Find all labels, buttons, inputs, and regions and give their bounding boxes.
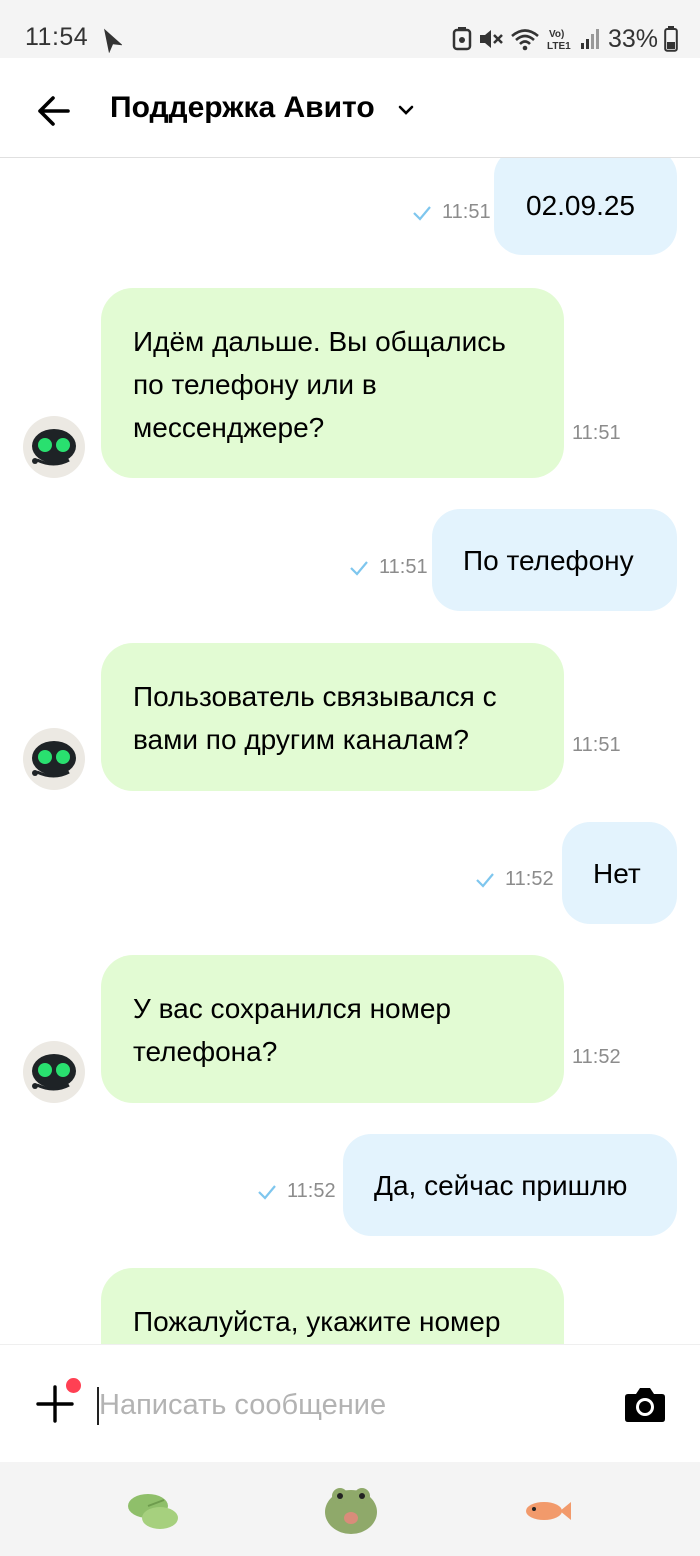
message-time: 11:52 [572,1046,621,1068]
camera-icon[interactable] [624,1385,666,1423]
lily-pad-sticker-icon[interactable] [126,1490,180,1537]
message-meta: 11:51 [572,734,621,757]
read-check-icon [475,872,495,888]
chat-header: Поддержка Авито [0,58,700,158]
message-time: 11:51 [442,201,491,223]
message-text: Да, сейчас пришлю [374,1170,628,1201]
navigation-arrow-icon [98,25,123,54]
frog-sticker-icon[interactable] [322,1478,380,1541]
message-time: 11:51 [572,734,621,756]
svg-text:LTE1: LTE1 [547,41,571,52]
outgoing-message[interactable]: Да, сейчас пришлю [343,1134,677,1236]
read-check-icon [412,205,432,221]
status-time: 11:54 [25,23,89,51]
message-text: По телефону [463,545,634,576]
message-line: вами по другим каналам? [133,724,469,755]
message-line: мессенджере? [133,412,325,443]
battery-icon [664,26,678,52]
outgoing-message[interactable]: 02.09.25 [494,158,677,255]
chevron-down-icon[interactable] [396,100,416,120]
message-line: Пожалуйста, укажите номер [133,1306,501,1337]
signal-icon [580,27,600,51]
outgoing-message[interactable]: По телефону [432,509,677,611]
mute-icon [478,27,504,51]
message-time: 11:51 [572,422,621,444]
support-bot-avatar [23,1041,85,1103]
message-line: телефона? [133,1036,278,1067]
robot-icon [32,1054,76,1091]
message-line: Пользователь связывался с [133,681,497,712]
incoming-message[interactable]: Идём дальше. Вы общались по телефону или… [101,288,564,478]
notification-dot [66,1378,81,1393]
battery-saver-icon [452,27,472,51]
incoming-message[interactable]: У вас сохранился номер телефона? [101,955,564,1103]
message-time: 11:52 [505,868,554,890]
message-meta: 11:51 [572,422,621,445]
read-check-icon [257,1184,277,1200]
message-meta: 11:51 [349,556,428,579]
battery-percent: 33% [607,24,658,53]
message-meta: 11:51 [412,201,491,224]
message-meta: 11:52 [475,868,554,891]
robot-icon [32,429,76,466]
fish-sticker-icon[interactable] [522,1496,572,1531]
message-time: 11:52 [287,1180,336,1202]
chat-title[interactable]: Поддержка Авито [110,91,375,125]
message-text: Нет [593,858,641,889]
robot-icon [32,741,76,778]
message-text: 02.09.25 [526,190,635,221]
wifi-icon [510,27,540,51]
read-check-icon [349,560,369,576]
status-icons: Vo) LTE1 33% [452,22,678,56]
support-bot-avatar [23,728,85,790]
incoming-message[interactable]: Пользователь связывался с вами по другим… [101,643,564,791]
message-meta: 11:52 [572,1046,621,1069]
message-composer [0,1344,700,1462]
back-arrow-icon[interactable] [30,88,76,134]
message-list[interactable]: 11:51 02.09.25 Идём дальше. Вы общались … [0,158,700,1344]
incoming-message[interactable]: Пожалуйста, укажите номер [101,1268,564,1344]
sticker-tray [0,1462,700,1556]
message-input[interactable] [99,1383,579,1427]
message-line: Идём дальше. Вы общались [133,326,506,357]
message-time: 11:51 [379,556,428,578]
outgoing-message[interactable]: Нет [562,822,677,924]
message-meta: 11:52 [257,1180,336,1203]
support-bot-avatar [23,416,85,478]
volte-icon: Vo) LTE1 [546,26,574,52]
svg-text:Vo): Vo) [549,29,564,40]
message-line: У вас сохранился номер [133,993,452,1024]
message-line: по телефону или в [133,369,377,400]
